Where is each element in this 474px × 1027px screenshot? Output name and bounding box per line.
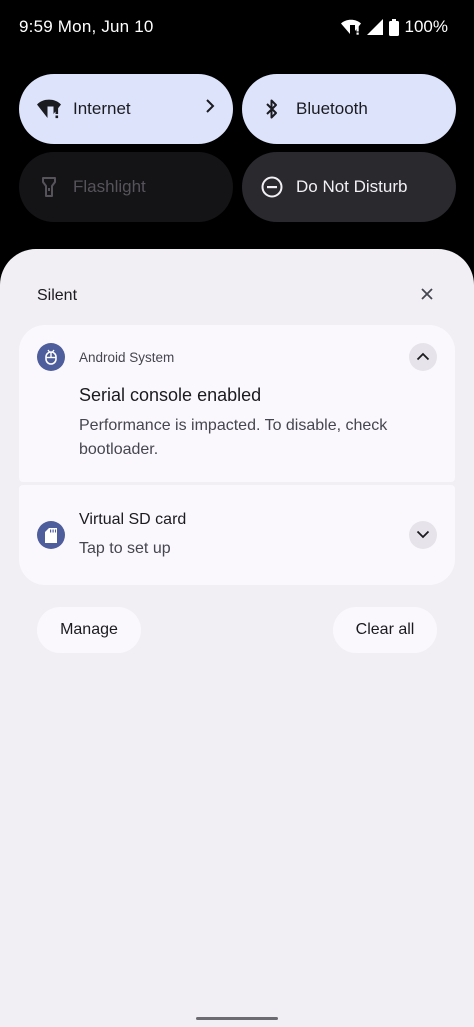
- status-bar: 9:59 Mon, Jun 10 100%: [0, 0, 474, 56]
- chevron-right-icon: [205, 98, 215, 119]
- close-icon[interactable]: [420, 287, 434, 306]
- bluetooth-label: Bluetooth: [296, 99, 368, 118]
- bluetooth-icon: [260, 97, 284, 121]
- do-not-disturb-tile[interactable]: Do Not Disturb: [242, 152, 456, 222]
- manage-button[interactable]: Manage: [37, 607, 141, 653]
- internet-tile[interactable]: Internet: [19, 74, 233, 144]
- wifi-alert-icon: [340, 19, 361, 35]
- wifi-alert-icon: [37, 97, 61, 121]
- clear-all-button[interactable]: Clear all: [333, 607, 437, 653]
- do-not-disturb-label: Do Not Disturb: [296, 177, 408, 196]
- cell-signal-icon: [366, 19, 383, 35]
- internet-label: Internet: [73, 99, 131, 118]
- bluetooth-tile[interactable]: Bluetooth: [242, 74, 456, 144]
- battery-icon: [388, 18, 399, 36]
- notification-serial-console[interactable]: Android System Serial console enabled Pe…: [19, 325, 455, 482]
- chevron-up-icon: [416, 348, 430, 366]
- do-not-disturb-icon: [260, 175, 284, 199]
- flashlight-label: Flashlight: [73, 177, 146, 196]
- status-time: 9:59 Mon, Jun 10: [19, 17, 154, 36]
- flashlight-tile[interactable]: Flashlight: [19, 152, 233, 222]
- section-title: Silent: [37, 287, 78, 304]
- expand-button[interactable]: [409, 521, 437, 549]
- sd-card-icon: [37, 521, 65, 549]
- notification-title: Serial console enabled: [79, 385, 262, 405]
- notification-shade-screen: 9:59 Mon, Jun 10 100% Internet Bluetooth…: [0, 0, 474, 1027]
- flashlight-icon: [37, 175, 61, 199]
- notification-title: Virtual SD card: [79, 511, 187, 528]
- chevron-down-icon: [416, 526, 430, 544]
- navigation-handle[interactable]: [196, 1017, 278, 1020]
- bug-icon: [37, 343, 65, 371]
- notification-virtual-sd-card[interactable]: Virtual SD card Tap to set up: [19, 485, 455, 585]
- notification-text: Performance is impacted. To disable, che…: [79, 417, 388, 458]
- battery-percent: 100%: [404, 17, 448, 36]
- collapse-button[interactable]: [409, 343, 437, 371]
- notification-panel: Silent Android System Serial console ena…: [0, 249, 474, 1027]
- status-icons: 100%: [340, 17, 448, 37]
- notification-text: Tap to set up: [79, 540, 171, 557]
- notification-app-name: Android System: [79, 350, 175, 365]
